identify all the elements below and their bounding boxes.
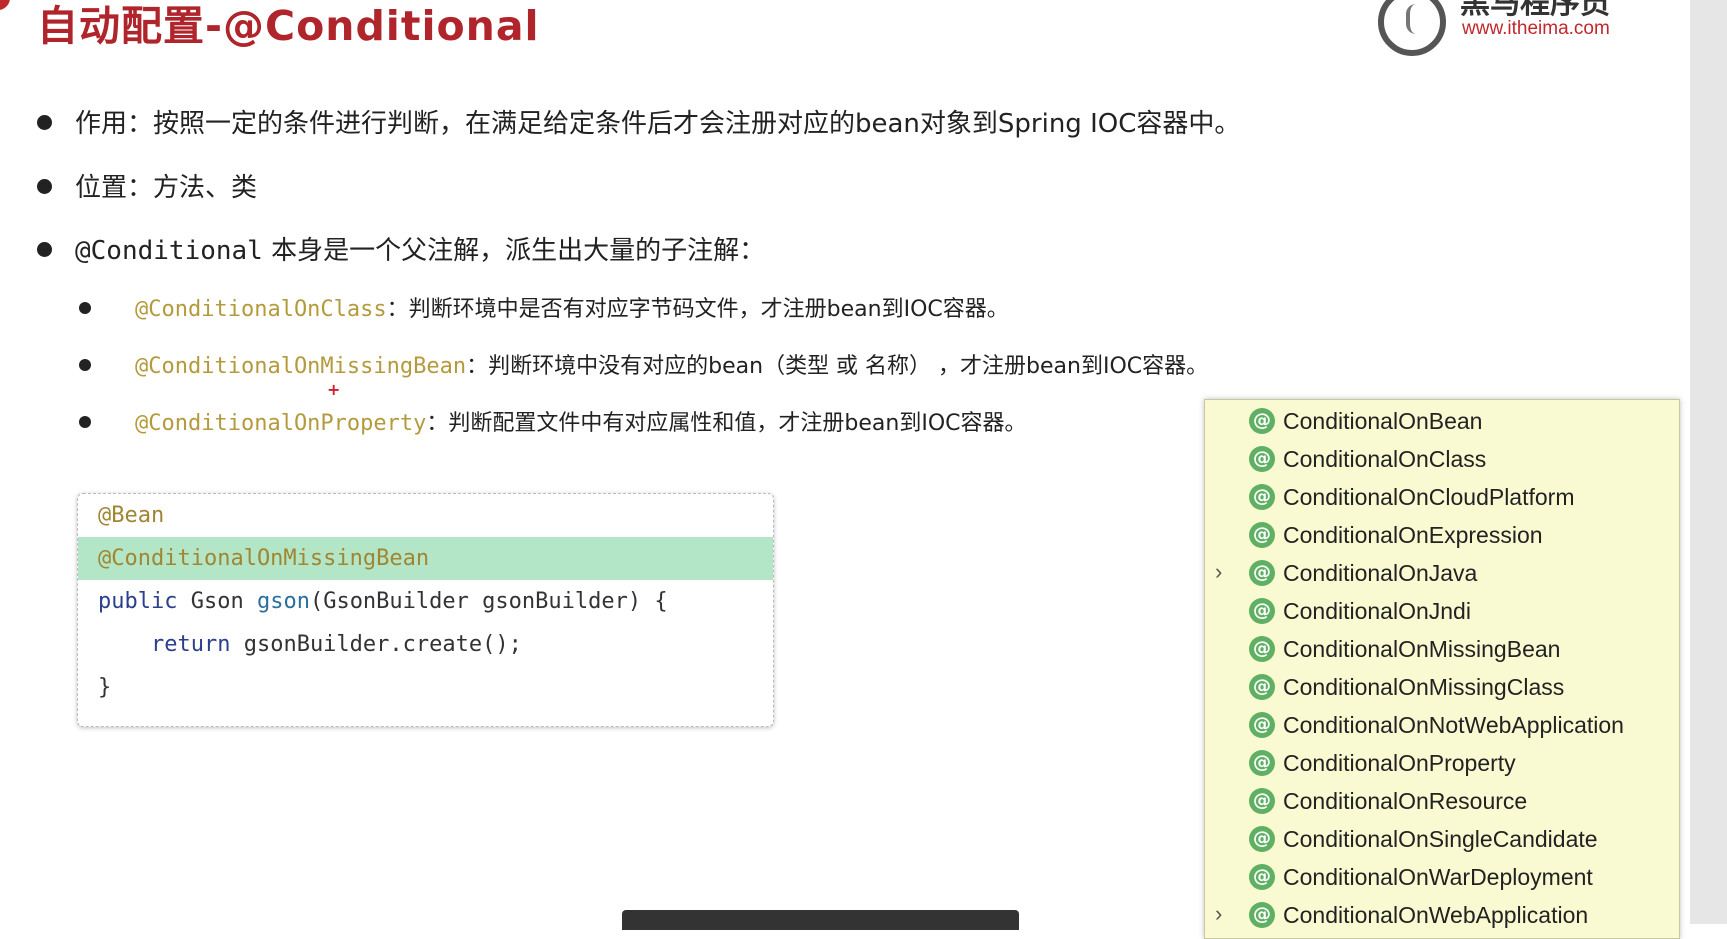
bullet-dot-icon: [37, 242, 52, 257]
bullet-dot-icon: [37, 179, 52, 194]
list-item[interactable]: @ ConditionalOnBean: [1205, 403, 1679, 441]
code-line-1: @Bean: [98, 503, 165, 528]
list-item[interactable]: @ ConditionalOnClass: [1205, 441, 1679, 479]
bullet-purpose: 作用：按照一定的条件进行判断，在满足给定条件后才会注册对应的bean对象到Spr…: [37, 107, 1240, 141]
chevron-right-icon[interactable]: ›: [1215, 557, 1231, 587]
annotation-icon: @: [1249, 750, 1275, 776]
list-item[interactable]: @ ConditionalOnWarDeployment: [1205, 859, 1679, 897]
annotation-icon: @: [1249, 522, 1275, 548]
list-item[interactable]: › @ ConditionalOnJava: [1205, 555, 1679, 593]
brand-logo: 黑马程序员 www.itheima.com: [1378, 0, 1648, 56]
bullet-text: 作用：按照一定的条件进行判断，在满足给定条件后才会注册对应的bean对象到Spr…: [75, 109, 1241, 139]
window-edge-strip: [1690, 0, 1727, 924]
corner-decoration: [0, 0, 10, 10]
annotation-icon: @: [1249, 484, 1275, 510]
list-item[interactable]: @ ConditionalOnSingleCandidate: [1205, 821, 1679, 859]
code-line-4: return gsonBuilder.create();: [150, 632, 522, 657]
annotation-icon: @: [1249, 826, 1275, 852]
crosshair-cursor-icon: +: [327, 380, 341, 399]
annotation-icon: @: [1249, 408, 1275, 434]
bullet-position: 位置：方法、类: [37, 171, 257, 205]
annotation-icon: @: [1249, 598, 1275, 624]
list-item[interactable]: @ ConditionalOnCloudPlatform: [1205, 479, 1679, 517]
bullet-text: 本身是一个父注解，派生出大量的子注解：: [262, 236, 766, 266]
bullet-conditional: @Conditional 本身是一个父注解，派生出大量的子注解：: [37, 234, 765, 268]
list-item[interactable]: @ ConditionalOnMissingClass: [1205, 669, 1679, 707]
code-line-3: public Gson gson(GsonBuilder gsonBuilder…: [98, 589, 668, 614]
logo-url: www.itheima.com: [1462, 18, 1610, 39]
sub-bullet-dot-icon: [79, 302, 91, 314]
list-item[interactable]: @ ConditionalOnResource: [1205, 783, 1679, 821]
sub-bullet-dot-icon: [79, 416, 91, 428]
annotation-list-popup: @ ConditionalOnBean @ ConditionalOnClass @…: [1204, 399, 1680, 939]
bullet-dot-icon: [37, 115, 52, 130]
slide-title: 自动配置-@Conditional: [37, 2, 540, 50]
sub-bullet-on-property: @ConditionalOnProperty：判断配置文件中有对应属性和值，才注…: [79, 409, 1027, 439]
sub-bullet-text: ：判断配置文件中有对应属性和值，才注册bean到IOC容器。: [426, 411, 1027, 436]
sub-bullet-on-class: @ConditionalOnClass：判断环境中是否有对应字节码文件，才注册b…: [79, 295, 1009, 325]
annotation-icon: @: [1249, 902, 1275, 928]
annotation-icon: @: [1249, 788, 1275, 814]
bullet-text: 位置：方法、类: [75, 173, 258, 203]
sub-bullet-text: ：判断环境中是否有对应字节码文件，才注册bean到IOC容器。: [386, 297, 1009, 322]
annotation-icon: @: [1249, 674, 1275, 700]
annotation-name: @ConditionalOnMissingBean: [135, 354, 467, 379]
annotation-icon: @: [1249, 560, 1275, 586]
bullet-code: @Conditional: [75, 236, 263, 266]
annotation-icon: @: [1249, 446, 1275, 472]
list-item[interactable]: @ ConditionalOnMissingBean: [1205, 631, 1679, 669]
sub-bullet-dot-icon: [79, 359, 91, 371]
code-line-2-highlighted: @ConditionalOnMissingBean: [78, 537, 773, 580]
list-item[interactable]: › @ ConditionalOnWebApplication: [1205, 897, 1679, 935]
annotation-icon: @: [1249, 864, 1275, 890]
code-line-5: }: [98, 675, 112, 700]
annotation-icon: @: [1249, 636, 1275, 662]
bottom-toolbar: [622, 910, 1019, 930]
list-item[interactable]: @ ConditionalOnExpression: [1205, 517, 1679, 555]
sub-bullet-text: ：判断环境中没有对应的bean（类型 或 名称） ，才注册bean到IOC容器。: [466, 354, 1209, 379]
annotation-icon: @: [1249, 712, 1275, 738]
list-item[interactable]: @ ConditionalOnJndi: [1205, 593, 1679, 631]
chevron-right-icon[interactable]: ›: [1215, 899, 1231, 929]
logo-emblem-icon: [1378, 0, 1446, 56]
annotation-name: @ConditionalOnProperty: [135, 411, 427, 436]
annotation-name: @ConditionalOnClass: [135, 297, 387, 322]
sub-bullet-on-missing-bean: @ConditionalOnMissingBean：判断环境中没有对应的bean…: [79, 352, 1208, 382]
list-item[interactable]: @ ConditionalOnNotWebApplication: [1205, 707, 1679, 745]
list-item[interactable]: @ ConditionalOnProperty: [1205, 745, 1679, 783]
code-block: @Bean @ConditionalOnMissingBean public G…: [77, 493, 774, 727]
